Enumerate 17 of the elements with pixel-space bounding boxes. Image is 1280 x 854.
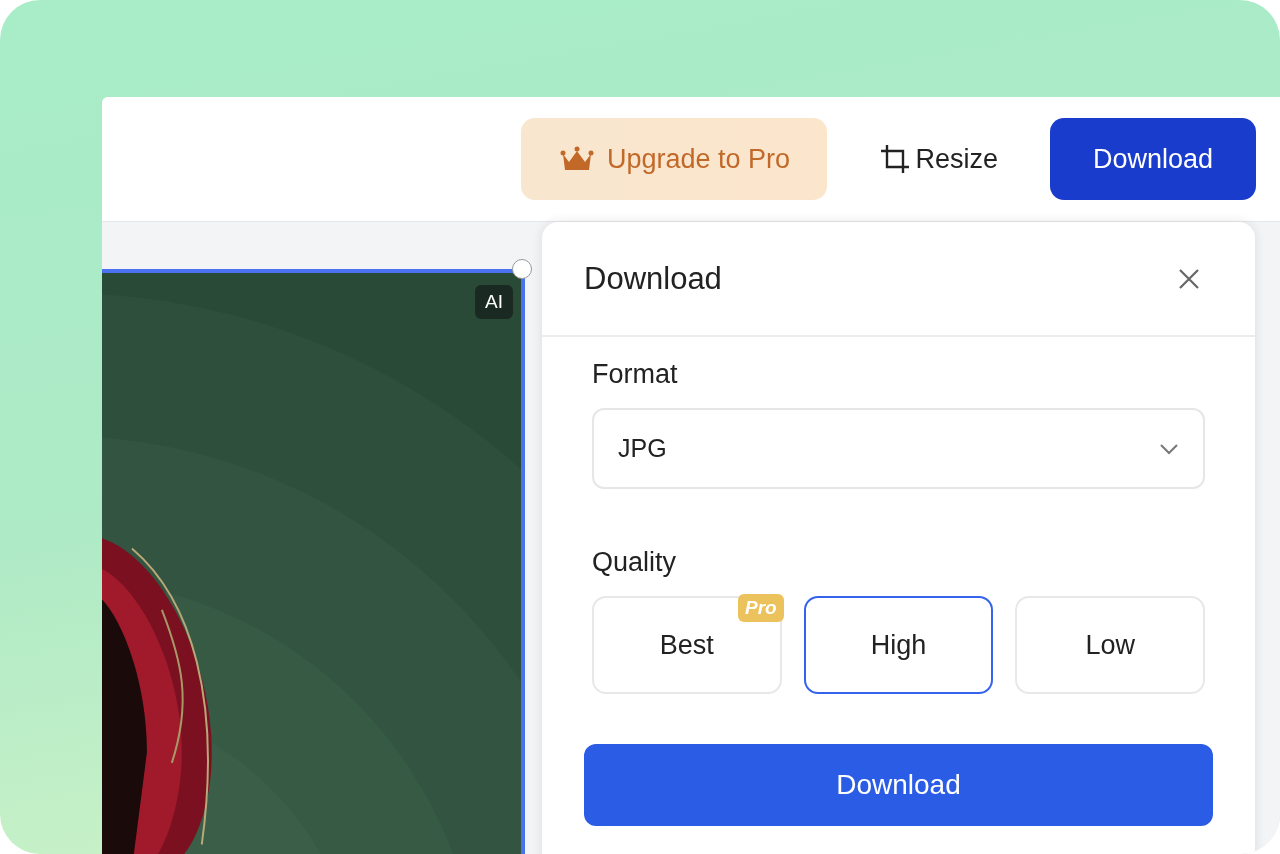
resize-button[interactable]: Resize <box>849 118 1028 200</box>
download-button[interactable]: Download <box>584 744 1213 826</box>
quality-option[interactable]: Low <box>1015 596 1205 694</box>
field-label: Quality <box>592 547 678 578</box>
close-icon[interactable] <box>1177 266 1201 291</box>
field-label: Format <box>592 359 679 390</box>
resize-handle[interactable] <box>512 259 532 279</box>
crop-icon <box>879 143 912 175</box>
ai-badge: AI <box>475 285 513 319</box>
chevron-down-icon <box>1159 442 1179 455</box>
pro-badge: Pro <box>738 594 784 622</box>
quality-option[interactable]: High <box>803 596 994 694</box>
quality-option[interactable]: Best Pro <box>592 596 782 694</box>
image-frame[interactable]: AI <box>102 269 525 854</box>
panel-title: Download <box>584 260 722 297</box>
download-button[interactable]: Download <box>1050 118 1256 200</box>
format-dropdown[interactable]: JPG <box>592 408 1205 489</box>
